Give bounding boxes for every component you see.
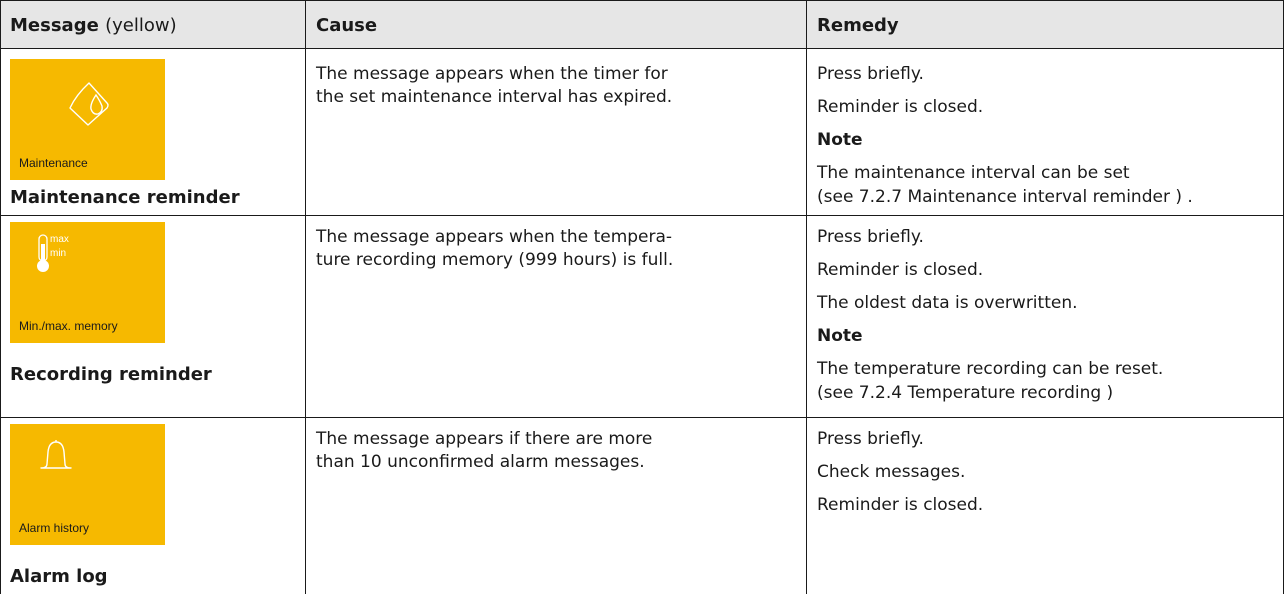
cause-text: the set maintenance interval has expired…: [316, 87, 673, 107]
note-label: Note: [817, 130, 863, 150]
table-rule: [0, 417, 1284, 418]
message-name: Alarm log: [10, 566, 108, 587]
cause-text: The message appears if there are more: [316, 429, 653, 449]
cause-text: The message appears when the timer for: [316, 64, 668, 84]
table-rule: [0, 0, 1284, 1]
table-rule: [0, 215, 1284, 216]
min-max-memory-tile: max min Min./max. memory: [10, 222, 165, 343]
remedy-text: Reminder is closed.: [817, 97, 984, 117]
table-rule: [0, 0, 1, 594]
remedy-text: Press briefly.: [817, 64, 924, 84]
cause-text: ture recording memory (999 hours) is ful…: [316, 250, 674, 270]
column-header-cause: Cause: [316, 15, 378, 36]
table-rule: [806, 0, 807, 594]
remedy-text: Press briefly.: [817, 227, 924, 247]
table-header: [0, 0, 1284, 49]
note-text: The maintenance interval can be set: [817, 163, 1130, 183]
tile-caption: Alarm history: [19, 521, 90, 535]
alarm-history-tile: Alarm history: [10, 424, 165, 545]
column-header-message: Message (yellow): [10, 15, 177, 36]
note-text: (see 7.2.4 Temperature recording ): [817, 383, 1114, 403]
tile-caption: Min./max. memory: [19, 319, 118, 333]
note-text: The temperature recording can be reset.: [817, 359, 1164, 379]
note-label: Note: [817, 326, 863, 346]
remedy-text: Reminder is closed.: [817, 260, 984, 280]
remedy-text: Reminder is closed.: [817, 495, 984, 515]
cause-text: than 10 unconfirmed alarm messages.: [316, 452, 645, 472]
maintenance-tile: Maintenance: [10, 59, 165, 180]
max-label: max: [50, 234, 69, 245]
remedy-text: Press briefly.: [817, 429, 924, 449]
note-text: (see 7.2.7 Maintenance interval reminder…: [817, 187, 1193, 207]
table-rule: [0, 48, 1284, 49]
cause-text: The message appears when the tempera-: [316, 227, 673, 247]
min-label: min: [50, 248, 67, 259]
message-name: Maintenance reminder: [10, 187, 240, 208]
remedy-text: Check messages.: [817, 462, 966, 482]
column-header-remedy: Remedy: [817, 15, 899, 36]
remedy-text: The oldest data is overwritten.: [817, 293, 1078, 313]
table-rule: [305, 0, 306, 594]
message-name: Recording reminder: [10, 364, 212, 385]
tile-caption: Maintenance: [19, 156, 88, 170]
